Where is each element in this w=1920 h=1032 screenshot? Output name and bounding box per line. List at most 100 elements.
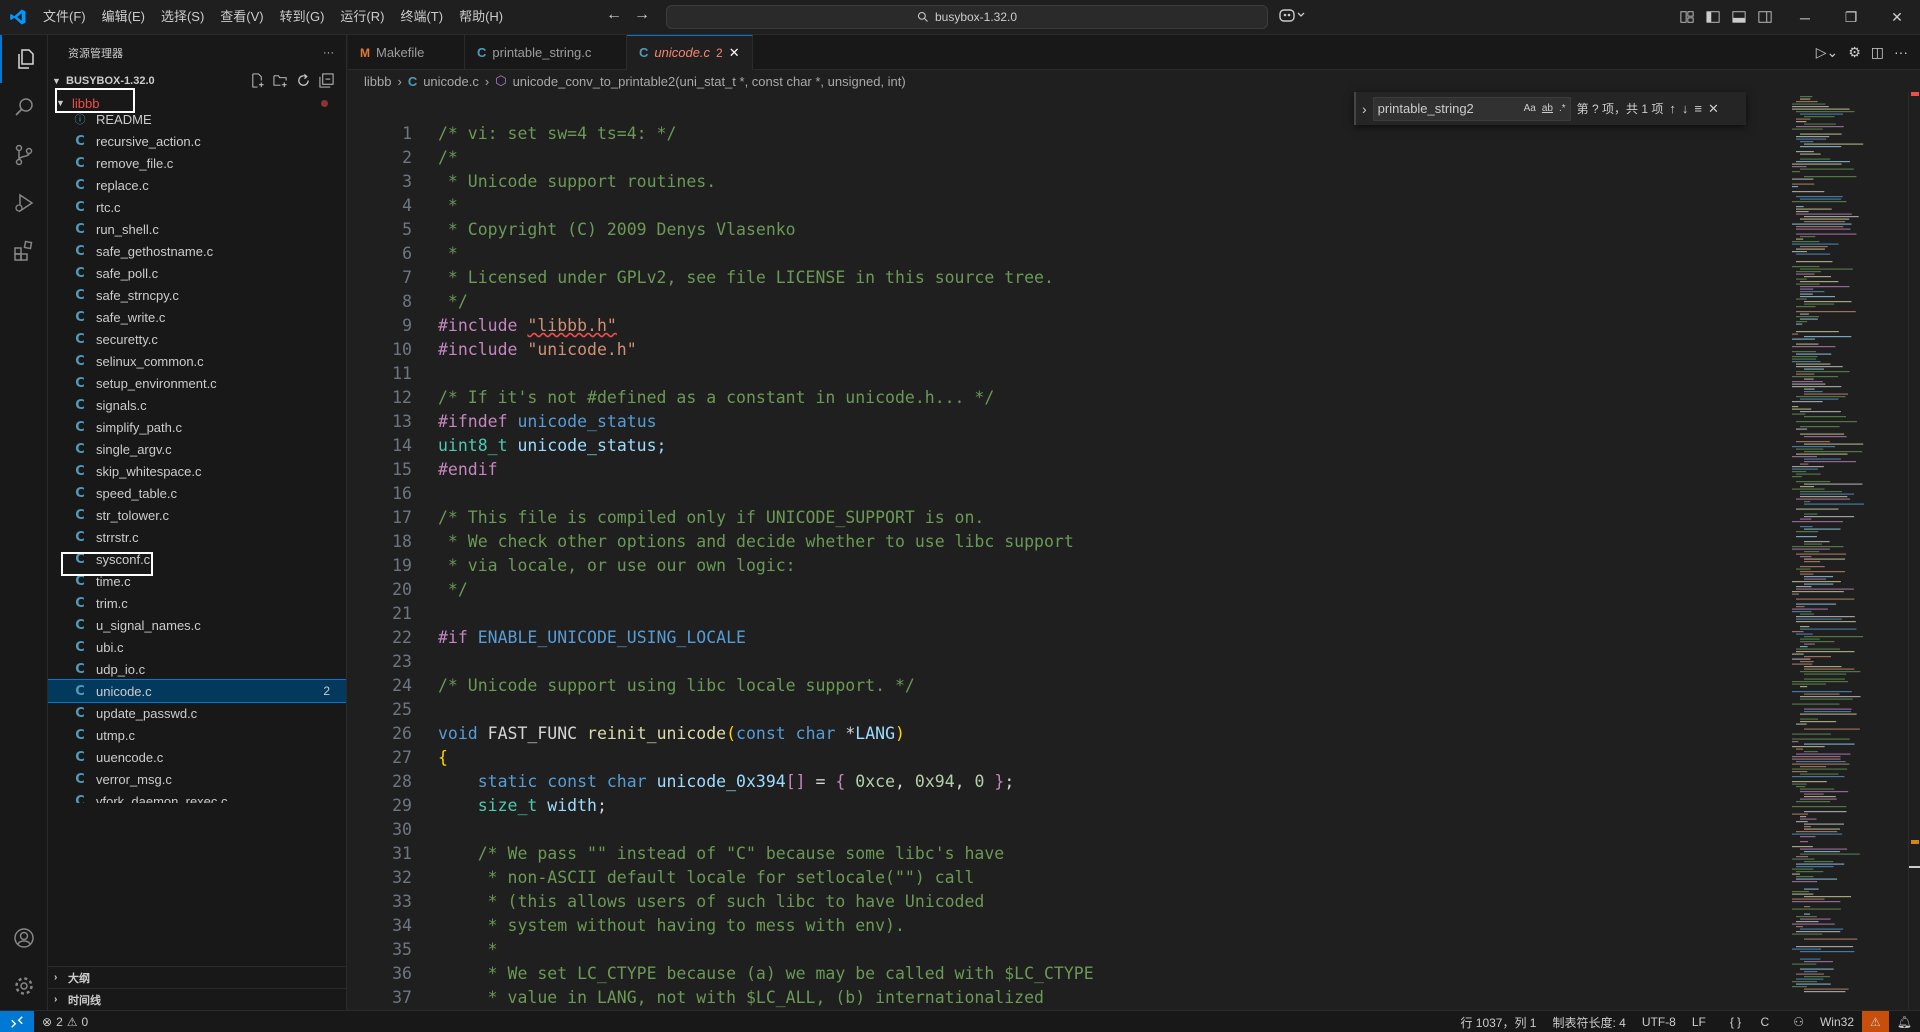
menu-selection[interactable]: 选择(S): [153, 5, 212, 29]
cursor-position[interactable]: 行 1037，列 1: [1452, 1014, 1544, 1031]
file-item[interactable]: Csignals.c: [48, 394, 346, 416]
file-item[interactable]: Cstr_tolower.c: [48, 504, 346, 526]
outline-section-header[interactable]: › 大纲: [48, 966, 347, 988]
menu-help[interactable]: 帮助(H): [451, 5, 511, 29]
platform[interactable]: Win32: [1812, 1015, 1862, 1029]
toggle-secondary-sidebar-icon[interactable]: [1756, 8, 1774, 26]
file-item[interactable]: Cselinux_common.c: [48, 350, 346, 372]
extensions-icon[interactable]: [0, 227, 48, 275]
file-item[interactable]: Csafe_write.c: [48, 306, 346, 328]
warning-status-icon[interactable]: ⚠: [1862, 1011, 1889, 1032]
more-actions-icon[interactable]: ···: [1894, 44, 1908, 61]
minimize-icon[interactable]: ─: [1782, 0, 1828, 35]
file-item[interactable]: Cuuencode.c: [48, 746, 346, 768]
file-item[interactable]: Cunicode.c 2: [48, 679, 346, 703]
copilot-icon[interactable]: [1279, 7, 1305, 26]
run-debug-icon[interactable]: [0, 179, 48, 227]
find-input[interactable]: printable_string2 Aa ab .*: [1372, 96, 1571, 121]
tab-makefile[interactable]: M Makefile: [348, 35, 465, 70]
close-find-icon[interactable]: ✕: [1708, 101, 1719, 117]
toggle-panel-icon[interactable]: [1730, 8, 1748, 26]
next-match-icon[interactable]: ↓: [1682, 101, 1689, 116]
search-activity-icon[interactable]: [0, 83, 48, 131]
file-item[interactable]: Ctime.c: [48, 570, 346, 592]
customize-layout-icon[interactable]: [1678, 8, 1696, 26]
run-file-icon[interactable]: ▷⌄: [1816, 44, 1839, 61]
back-arrow-icon[interactable]: ←: [606, 6, 622, 24]
file-item[interactable]: Ctrim.c: [48, 592, 346, 614]
settings-icon[interactable]: ⚙: [1848, 44, 1861, 61]
file-item[interactable]: Cstrrstr.c: [48, 526, 346, 548]
notifications-bell-icon[interactable]: 🔔︎: [1889, 1015, 1920, 1029]
split-editor-icon[interactable]: ◫: [1871, 44, 1884, 61]
file-item[interactable]: Cverror_msg.c: [48, 768, 346, 790]
file-item[interactable]: Csetup_environment.c: [48, 372, 346, 394]
file-item[interactable]: Cubi.c: [48, 636, 346, 658]
close-window-icon[interactable]: ✕: [1874, 0, 1920, 35]
end-of-line[interactable]: LF: [1684, 1015, 1714, 1029]
new-file-icon[interactable]: [250, 73, 265, 91]
timeline-section-header[interactable]: › 时间线: [48, 988, 347, 1010]
file-item[interactable]: Cu_signal_names.c: [48, 614, 346, 636]
command-center[interactable]: busybox-1.32.0: [666, 5, 1268, 29]
tab-unicode[interactable]: C unicode.c 2 ✕: [627, 35, 753, 70]
source-control-icon[interactable]: [0, 131, 48, 179]
previous-match-icon[interactable]: ↑: [1669, 101, 1676, 116]
toggle-primary-sidebar-icon[interactable]: [1704, 8, 1722, 26]
file-item[interactable]: Csysconf.c: [48, 548, 346, 570]
match-case-toggle[interactable]: Aa: [1524, 103, 1536, 114]
collapse-all-icon[interactable]: [319, 73, 334, 91]
copilot-status-icon[interactable]: ⚇: [1785, 1015, 1812, 1029]
file-item[interactable]: Cupdate_passwd.c: [48, 702, 346, 724]
find-in-selection-icon[interactable]: ≡: [1694, 101, 1702, 116]
language-mode[interactable]: { } C: [1714, 1015, 1785, 1029]
remote-indicator-icon[interactable]: [0, 1010, 34, 1032]
menu-file[interactable]: 文件(F): [35, 5, 94, 29]
file-item[interactable]: Cskip_whitespace.c: [48, 460, 346, 482]
chevron-right-icon[interactable]: ›: [1362, 101, 1367, 117]
more-actions-icon[interactable]: ···: [323, 47, 334, 59]
indentation[interactable]: 制表符长度: 4: [1544, 1014, 1633, 1031]
forward-arrow-icon[interactable]: →: [634, 6, 650, 24]
menu-go[interactable]: 转到(G): [272, 5, 333, 29]
minimap[interactable]: [1790, 92, 1908, 1010]
project-section-header[interactable]: ▼ BUSYBOX-1.32.0: [48, 70, 346, 92]
file-item[interactable]: Csimplify_path.c: [48, 416, 346, 438]
file-item[interactable]: Crun_shell.c: [48, 218, 346, 240]
menu-run[interactable]: 运行(R): [332, 5, 392, 29]
file-item[interactable]: Crtc.c: [48, 196, 346, 218]
file-item[interactable]: ⓘ README: [48, 108, 346, 130]
breadcrumb-symbol[interactable]: unicode_conv_to_printable2(uni_stat_t *,…: [513, 74, 906, 89]
match-word-toggle[interactable]: ab: [1542, 103, 1553, 114]
new-folder-icon[interactable]: [273, 73, 288, 91]
file-item[interactable]: Csingle_argv.c: [48, 438, 346, 460]
menu-view[interactable]: 查看(V): [212, 5, 271, 29]
refresh-icon[interactable]: [296, 73, 311, 91]
code-editor[interactable]: 1 /* vi: set sw=4 ts=4: */ 2 /* 3 * Unicode …: [348, 92, 1758, 1010]
regex-toggle[interactable]: .*: [1559, 103, 1566, 114]
close-tab-icon[interactable]: ✕: [729, 45, 740, 61]
file-item[interactable]: Crecursive_action.c: [48, 130, 346, 152]
vertical-scrollbar[interactable]: [1908, 92, 1920, 1010]
file-item[interactable]: Csafe_gethostname.c: [48, 240, 346, 262]
account-icon[interactable]: [0, 914, 48, 962]
file-item[interactable]: Cudp_io.c: [48, 658, 346, 680]
file-item[interactable]: Cspeed_table.c: [48, 482, 346, 504]
file-item[interactable]: Creplace.c: [48, 174, 346, 196]
file-item[interactable]: Csafe_strncpy.c: [48, 284, 346, 306]
explorer-icon[interactable]: [0, 35, 48, 83]
restore-icon[interactable]: ❐: [1828, 0, 1874, 35]
menu-terminal[interactable]: 终端(T): [392, 5, 451, 29]
tab-printable-string[interactable]: C printable_string.c: [465, 35, 627, 70]
encoding[interactable]: UTF-8: [1634, 1015, 1684, 1029]
file-item[interactable]: Csafe_poll.c: [48, 262, 346, 284]
menu-edit[interactable]: 编辑(E): [94, 5, 153, 29]
breadcrumb-file[interactable]: unicode.c: [423, 74, 479, 89]
file-item[interactable]: Cutmp.c: [48, 724, 346, 746]
breadcrumb-folder[interactable]: libbb: [364, 74, 391, 89]
file-item[interactable]: Csecuretty.c: [48, 328, 346, 350]
settings-gear-icon[interactable]: [0, 962, 48, 1010]
problems-indicator[interactable]: ⊗ 2 ⚠ 0: [34, 1015, 88, 1029]
file-item[interactable]: Cremove_file.c: [48, 152, 346, 174]
file-item[interactable]: Cvfork_daemon_rexec.c: [48, 790, 346, 804]
